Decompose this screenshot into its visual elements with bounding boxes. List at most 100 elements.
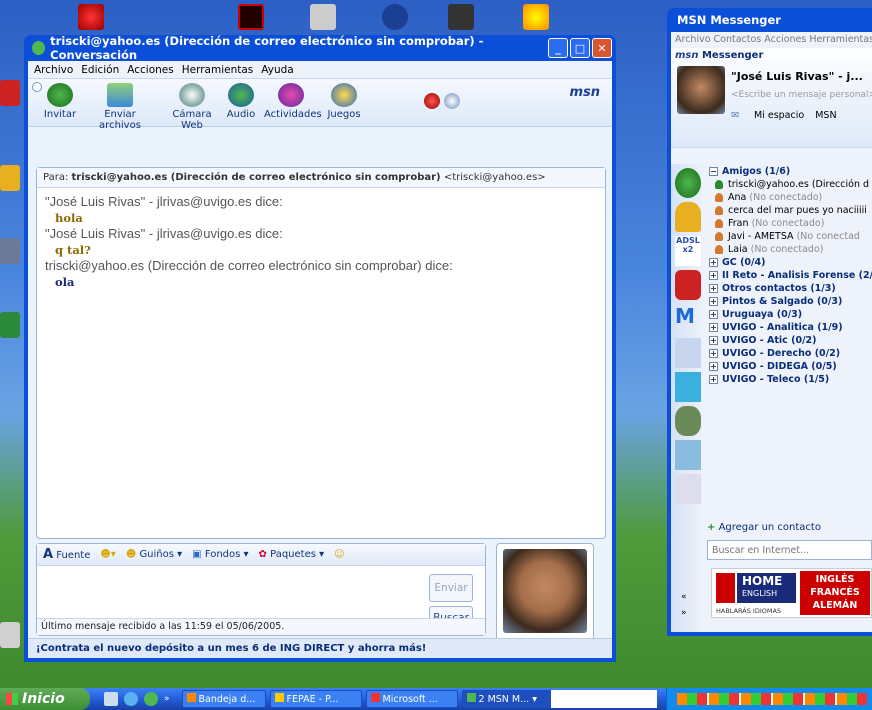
scroll-down-icon[interactable]: » xyxy=(681,608,687,618)
msn-link[interactable]: MSN xyxy=(815,110,836,121)
winks-button[interactable]: ☻ Guiños ▾ xyxy=(126,549,182,560)
personal-message[interactable]: <Escribe un mensaje personal> xyxy=(731,90,872,100)
tab-icon[interactable] xyxy=(675,440,701,470)
desktop-icon[interactable] xyxy=(523,4,549,30)
ad-home-english[interactable]: HOME ENGLISH HABLARÁS IDIOMAS INGLÉS FRA… xyxy=(711,568,872,618)
task-fepae[interactable]: FEPAE - P... xyxy=(269,690,362,708)
adsl-tab-icon[interactable]: ADSL x2 xyxy=(675,236,701,266)
desktop-icon[interactable] xyxy=(310,4,336,30)
block-icon[interactable] xyxy=(424,93,440,109)
mail-icon[interactable]: ✉ xyxy=(731,110,739,121)
contact-item[interactable]: cerca del mar pues yo naciiiii xyxy=(707,204,872,217)
chevron-icon[interactable]: » xyxy=(164,694,170,704)
quicklaunch-icon[interactable] xyxy=(104,692,118,706)
background-icon[interactable] xyxy=(444,93,460,109)
send-files-button[interactable]: Enviar archivos xyxy=(84,83,156,131)
audio-button[interactable]: Audio xyxy=(224,83,258,120)
tray-icons[interactable] xyxy=(677,693,867,705)
ad-banner[interactable]: ¡Contrata el nuevo depósito a un mes 6 d… xyxy=(28,638,612,658)
expand-icon[interactable]: + xyxy=(709,349,718,358)
task-msn[interactable]: 2 MSN M... ▾ xyxy=(461,690,554,708)
user-name[interactable]: "José Luis Rivas" - j... xyxy=(731,70,863,83)
expand-icon[interactable]: + xyxy=(709,336,718,345)
font-button[interactable]: A Fuente xyxy=(43,547,90,562)
start-button[interactable]: Inicio xyxy=(0,688,90,710)
messenger-title[interactable]: MSN Messenger xyxy=(667,8,872,32)
address-box[interactable] xyxy=(551,690,657,708)
send-button[interactable]: Enviar xyxy=(429,574,473,602)
tab-icon[interactable] xyxy=(675,372,701,402)
contact-group[interactable]: + UVIGO - DIDEGA (0/5) xyxy=(707,360,872,373)
toolbar-collapse-icon[interactable] xyxy=(32,82,42,92)
contact-group[interactable]: + II Reto - Analisis Forense (2/ xyxy=(707,269,872,282)
contact-group[interactable]: + UVIGO - Derecho (0/2) xyxy=(707,347,872,360)
expand-icon[interactable]: + xyxy=(709,297,718,306)
tab-icon[interactable] xyxy=(675,338,701,368)
desktop-icon[interactable] xyxy=(382,4,408,30)
games-button[interactable]: Juegos xyxy=(324,83,364,120)
collapse-icon[interactable]: − xyxy=(709,167,718,176)
contact-group[interactable]: + GC (0/4) xyxy=(707,256,872,269)
contact-group[interactable]: + UVIGO - Atic (0/2) xyxy=(707,334,872,347)
desktop-icon[interactable] xyxy=(0,622,20,648)
webcam-button[interactable]: Cámara Web xyxy=(162,83,222,131)
task-microsoft[interactable]: Microsoft ... xyxy=(365,690,458,708)
menu-edicion[interactable]: Edición xyxy=(81,64,119,76)
desktop-icon[interactable] xyxy=(0,238,20,264)
maximize-button[interactable]: □ xyxy=(570,38,590,58)
contact-group[interactable]: + Otros contactos (1/3) xyxy=(707,282,872,295)
user-avatar[interactable] xyxy=(677,66,725,114)
contact-item[interactable]: Fran (No conectado) xyxy=(707,217,872,230)
desktop-icon[interactable] xyxy=(448,4,474,30)
contact-item[interactable]: triscki@yahoo.es (Dirección d xyxy=(707,178,872,191)
desktop-icon[interactable] xyxy=(0,80,20,106)
expand-icon[interactable]: + xyxy=(709,310,718,319)
add-contact-link[interactable]: + Agregar un contacto xyxy=(707,522,821,533)
packages-button[interactable]: ✿ Paquetes ▾ xyxy=(259,549,325,560)
menu-herramientas[interactable]: Herramientas xyxy=(182,64,254,76)
msn-quicklaunch-icon[interactable] xyxy=(144,692,158,706)
desktop-icon[interactable] xyxy=(238,4,264,30)
menu-archivo[interactable]: Archivo xyxy=(34,64,73,76)
expand-icon[interactable]: + xyxy=(709,271,718,280)
activities-button[interactable]: Actividades xyxy=(264,83,322,120)
title-bar[interactable]: triscki@yahoo.es (Dirección de correo el… xyxy=(28,34,612,62)
contact-group[interactable]: + UVIGO - Analitica (1/9) xyxy=(707,321,872,334)
movistar-tab-icon[interactable]: M xyxy=(675,304,701,334)
contacts-tab-icon[interactable] xyxy=(675,168,701,198)
expand-icon[interactable]: + xyxy=(709,258,718,267)
alerts-tab-icon[interactable] xyxy=(675,202,701,232)
desktop-icon[interactable] xyxy=(0,312,20,338)
ie-icon[interactable] xyxy=(124,692,138,706)
contact-item[interactable]: Ana (No conectado) xyxy=(707,191,872,204)
backgrounds-button[interactable]: ▣ Fondos ▾ xyxy=(192,549,248,560)
expand-icon[interactable]: + xyxy=(709,284,718,293)
scroll-up-icon[interactable]: « xyxy=(681,592,687,602)
message-input[interactable] xyxy=(39,568,419,618)
task-bandeja[interactable]: Bandeja d... xyxy=(181,690,266,708)
desktop-icon[interactable] xyxy=(0,165,20,191)
games-tab-icon[interactable] xyxy=(675,406,701,436)
my-space-link[interactable]: Mi espacio xyxy=(754,110,804,121)
desktop-icon[interactable] xyxy=(78,4,104,30)
contact-item[interactable]: Javi - AMETSA (No conectad xyxy=(707,230,872,243)
web-search-input[interactable] xyxy=(707,540,872,560)
contact-group[interactable]: + UVIGO - Teleco (1/5) xyxy=(707,373,872,386)
group-amigos[interactable]: − Amigos (1/6) xyxy=(707,165,872,178)
contact-group[interactable]: + Pintos & Salgado (0/3) xyxy=(707,295,872,308)
news-tab-icon[interactable] xyxy=(675,474,701,504)
close-button[interactable]: ✕ xyxy=(592,38,612,58)
expand-icon[interactable]: + xyxy=(709,375,718,384)
emoticons-button[interactable]: ☻▾ xyxy=(100,549,115,560)
contact-group[interactable]: + Uruguaya (0/3) xyxy=(707,308,872,321)
minimize-button[interactable]: _ xyxy=(548,38,568,58)
expand-icon[interactable]: + xyxy=(709,362,718,371)
menu-acciones[interactable]: Acciones xyxy=(127,64,173,76)
invite-button[interactable]: Invitar xyxy=(42,83,78,120)
messenger-menu[interactable]: Archivo Contactos Acciones Herramientas xyxy=(671,32,872,48)
menu-ayuda[interactable]: Ayuda xyxy=(261,64,293,76)
nudge-icon[interactable]: ☺ xyxy=(334,549,344,560)
contact-item[interactable]: Laia (No conectado) xyxy=(707,243,872,256)
drink-tab-icon[interactable] xyxy=(675,270,701,300)
expand-icon[interactable]: + xyxy=(709,323,718,332)
